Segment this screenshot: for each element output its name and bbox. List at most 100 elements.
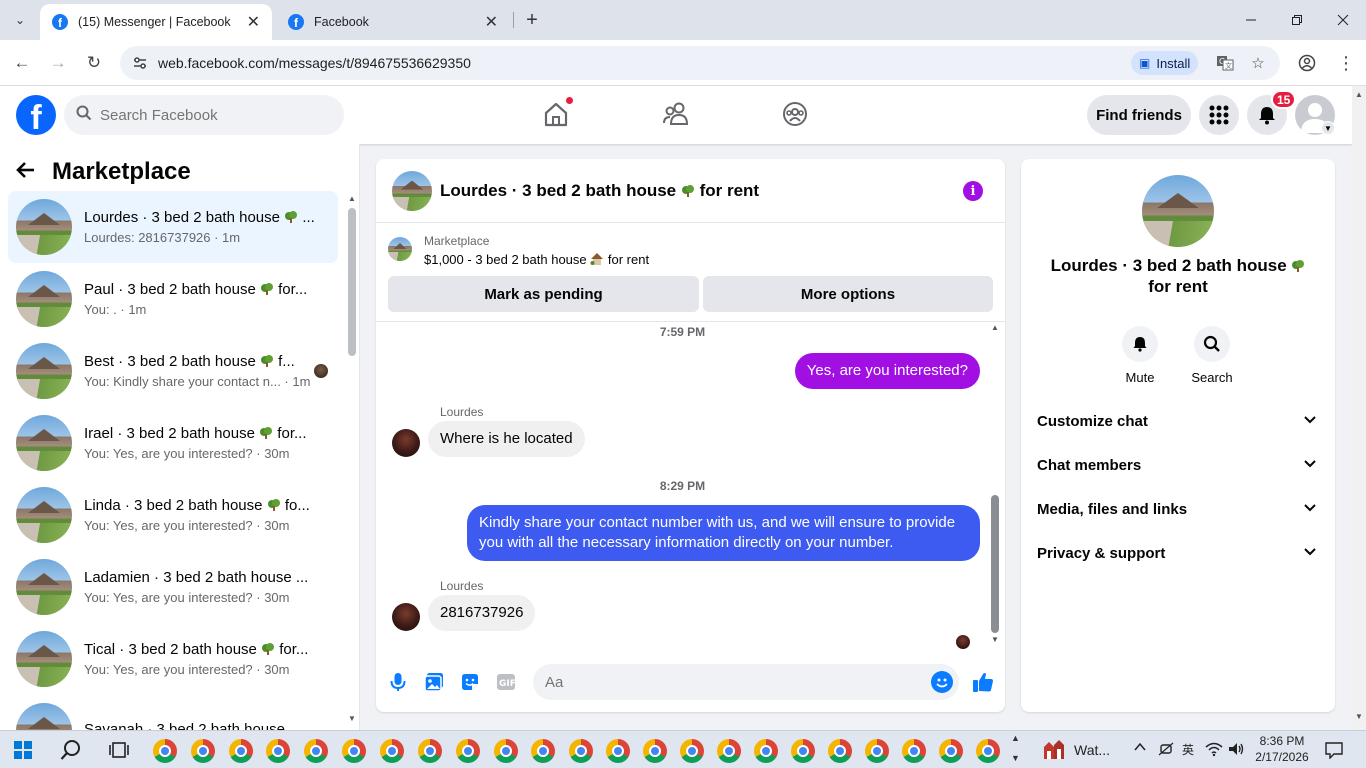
friends-tab[interactable] — [660, 98, 692, 130]
conversation-item[interactable]: Paul · 3 bed 2 bath house for... You: . ·… — [8, 263, 338, 335]
chrome-taskbar-icon[interactable] — [456, 739, 480, 763]
tab-messenger[interactable]: f (15) Messenger | Facebook ✕ — [40, 4, 272, 40]
incoming-message[interactable]: Where is he located — [428, 421, 585, 457]
install-app-button[interactable]: ▣ Install — [1131, 51, 1199, 75]
conversation-item[interactable]: Savanah · 3 bed 2 bath house ... — [8, 695, 338, 730]
scrollbar-thumb[interactable] — [348, 208, 356, 356]
chrome-taskbar-icon[interactable] — [606, 739, 630, 763]
chrome-taskbar-icon[interactable] — [976, 739, 1000, 763]
outgoing-message[interactable]: Kindly share your contact number with us… — [467, 505, 980, 561]
chat-members-section[interactable]: Chat members — [1029, 443, 1327, 487]
wifi-icon[interactable] — [1205, 741, 1223, 760]
task-view-icon[interactable] — [109, 740, 129, 765]
taskbar-scroll-up-icon[interactable]: ▲ — [1011, 733, 1020, 743]
chrome-taskbar-icon[interactable] — [342, 739, 366, 763]
chat-scrollbar[interactable]: ▲ ▼ — [989, 323, 1001, 647]
chrome-taskbar-icon[interactable] — [902, 739, 926, 763]
chrome-taskbar-icon[interactable] — [939, 739, 963, 763]
reload-button[interactable]: ↻ — [82, 51, 106, 75]
more-options-button[interactable]: More options — [703, 276, 993, 312]
conversation-item[interactable]: Irael · 3 bed 2 bath house for... You: Ye… — [8, 407, 338, 479]
meet-now-icon[interactable] — [1158, 741, 1174, 760]
scroll-down-arrow-icon[interactable]: ▼ — [991, 635, 999, 644]
facebook-search[interactable] — [64, 95, 344, 135]
scroll-down-arrow-icon[interactable]: ▼ — [348, 714, 356, 723]
taskbar-app-wat[interactable]: Wat... — [1042, 739, 1110, 761]
groups-tab[interactable] — [779, 98, 811, 130]
microphone-icon[interactable] — [387, 671, 409, 693]
emoji-icon[interactable] — [931, 671, 953, 693]
menu-button[interactable] — [1199, 95, 1239, 135]
chrome-taskbar-icon[interactable] — [191, 739, 215, 763]
search-input[interactable] — [100, 106, 320, 124]
translate-icon[interactable]: G文 — [1213, 51, 1237, 75]
search-icon[interactable] — [60, 739, 82, 766]
chrome-taskbar-icon[interactable] — [266, 739, 290, 763]
scrollbar-thumb[interactable] — [991, 495, 999, 633]
chrome-taskbar-icon[interactable] — [304, 739, 328, 763]
tab-search-dropdown[interactable]: ⌄ — [8, 8, 32, 32]
restore-button[interactable] — [1283, 6, 1311, 34]
customize-chat-section[interactable]: Customize chat — [1029, 399, 1327, 443]
sidebar-scrollbar[interactable]: ▲ ▼ — [346, 194, 356, 724]
sender-avatar[interactable] — [392, 429, 420, 457]
chrome-taskbar-icon[interactable] — [380, 739, 404, 763]
listing-thumbnail[interactable] — [388, 237, 412, 261]
sender-avatar[interactable] — [392, 603, 420, 631]
scroll-up-arrow-icon[interactable]: ▲ — [1355, 90, 1363, 99]
search-conversation-button[interactable]: Search — [1182, 326, 1242, 385]
chrome-taskbar-icon[interactable] — [865, 739, 889, 763]
chrome-taskbar-icon[interactable] — [418, 739, 442, 763]
new-tab-button[interactable]: + — [520, 8, 544, 32]
chrome-taskbar-icon[interactable] — [791, 739, 815, 763]
input-method-icon[interactable]: 英 — [1181, 741, 1197, 760]
gif-icon[interactable]: GIF — [495, 671, 517, 693]
incoming-message[interactable]: 2816737926 — [428, 595, 536, 631]
browser-menu-icon[interactable]: ⋮ — [1334, 51, 1358, 75]
privacy-support-section[interactable]: Privacy & support — [1029, 531, 1327, 575]
chrome-taskbar-icon[interactable] — [153, 739, 177, 763]
forward-button[interactable]: → — [46, 51, 70, 75]
mark-as-pending-button[interactable]: Mark as pending — [388, 276, 699, 312]
facebook-logo-icon[interactable]: f — [16, 95, 56, 135]
conversation-item[interactable]: Lourdes · 3 bed 2 bath house ... Lourdes:… — [8, 191, 338, 263]
bookmark-star-icon[interactable]: ☆ — [1246, 51, 1270, 75]
chrome-taskbar-icon[interactable] — [754, 739, 778, 763]
back-button[interactable]: ← — [10, 51, 34, 75]
home-tab[interactable] — [540, 96, 574, 130]
listing-photo[interactable] — [1142, 175, 1214, 247]
notification-center-icon[interactable] — [1325, 741, 1343, 764]
back-arrow-icon[interactable] — [16, 159, 36, 185]
volume-icon[interactable] — [1228, 741, 1246, 760]
tab-facebook[interactable]: f Facebook ✕ — [276, 4, 510, 40]
conversation-item[interactable]: Ladamien · 3 bed 2 bath house ... You: Ye… — [8, 551, 338, 623]
media-files-links-section[interactable]: Media, files and links — [1029, 487, 1327, 531]
address-bar[interactable]: web.facebook.com/messages/t/894675536629… — [120, 46, 1280, 80]
taskbar-scroll-down-icon[interactable]: ▼ — [1011, 753, 1020, 763]
chrome-taskbar-icon[interactable] — [229, 739, 253, 763]
minimize-button[interactable] — [1237, 6, 1265, 34]
show-hidden-icons-icon[interactable] — [1134, 741, 1146, 756]
taskbar-clock[interactable]: 8:36 PM 2/17/2026 — [1254, 733, 1310, 765]
mute-button[interactable]: Mute — [1110, 326, 1170, 385]
photo-icon[interactable] — [423, 671, 445, 693]
tab-close-icon[interactable]: ✕ — [485, 12, 498, 32]
chrome-taskbar-icon[interactable] — [643, 739, 667, 763]
conversation-item[interactable]: Best · 3 bed 2 bath house f... You: Kindl… — [8, 335, 338, 407]
chrome-taskbar-icon[interactable] — [569, 739, 593, 763]
account-chevron-down-icon[interactable]: ▼ — [1321, 121, 1335, 135]
chrome-taskbar-icon[interactable] — [531, 739, 555, 763]
thumbs-up-icon[interactable] — [972, 671, 994, 693]
profile-icon[interactable] — [1295, 51, 1319, 75]
conversation-item[interactable]: Tical · 3 bed 2 bath house for... You: Ye… — [8, 623, 338, 695]
find-friends-button[interactable]: Find friends — [1087, 95, 1191, 135]
message-input-container[interactable] — [533, 664, 959, 700]
listing-thumbnail[interactable] — [392, 170, 432, 211]
scroll-down-arrow-icon[interactable]: ▼ — [1355, 712, 1363, 721]
scroll-up-arrow-icon[interactable]: ▲ — [991, 323, 999, 332]
chrome-taskbar-icon[interactable] — [717, 739, 741, 763]
sticker-icon[interactable] — [459, 671, 481, 693]
info-icon[interactable]: i — [963, 181, 983, 201]
chrome-taskbar-icon[interactable] — [494, 739, 518, 763]
conversation-item[interactable]: Linda · 3 bed 2 bath house fo... You: Yes… — [8, 479, 338, 551]
